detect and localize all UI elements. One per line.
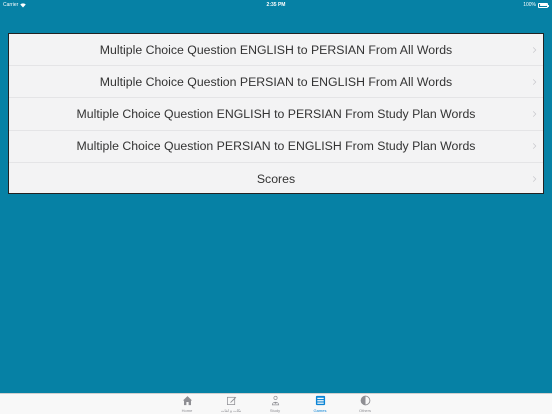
chevron-right-icon (532, 46, 537, 53)
menu-item-mcq-fa-en-all[interactable]: Multiple Choice Question PERSIAN to ENGL… (9, 66, 543, 99)
menu-item-label: Multiple Choice Question ENGLISH to PERS… (76, 106, 476, 121)
chevron-right-icon (532, 175, 537, 182)
tab-study[interactable]: Study (255, 395, 295, 414)
tab-home[interactable]: Home (167, 395, 207, 414)
chevron-right-icon (532, 143, 537, 150)
tab-bar: Home نکات و لغات Study Games Others (0, 393, 552, 414)
menu-item-scores[interactable]: Scores (9, 163, 543, 195)
others-icon (360, 395, 370, 406)
menu-item-label: Multiple Choice Question PERSIAN to ENGL… (76, 139, 476, 154)
tab-label: Others (358, 408, 371, 413)
tab-label: نکات و لغات (220, 408, 242, 413)
tab-notes-words[interactable]: نکات و لغات (211, 395, 251, 414)
tab-label: Study (269, 408, 281, 413)
tab-others[interactable]: Others (345, 395, 385, 414)
quiz-menu-list: Multiple Choice Question ENGLISH to PERS… (8, 33, 544, 194)
status-bar: Carrier 2:35 PM 100% (0, 0, 552, 10)
menu-item-mcq-en-fa-study-plan[interactable]: Multiple Choice Question ENGLISH to PERS… (9, 98, 543, 131)
tab-label: Games (313, 408, 327, 413)
menu-item-label: Multiple Choice Question ENGLISH to PERS… (99, 42, 453, 57)
edit-icon (226, 396, 236, 405)
battery-icon (538, 2, 549, 8)
chevron-right-icon (532, 78, 537, 85)
menu-item-label: Scores (256, 171, 296, 186)
battery-percent: 100% (523, 2, 536, 8)
games-icon (315, 395, 325, 406)
status-time: 2:35 PM (266, 2, 286, 8)
chevron-right-icon (532, 111, 537, 117)
study-icon (271, 395, 279, 406)
menu-item-mcq-fa-en-study-plan[interactable]: Multiple Choice Question PERSIAN to ENGL… (9, 131, 543, 163)
status-right: 100% (523, 0, 549, 10)
menu-item-label: Multiple Choice Question PERSIAN to ENGL… (99, 74, 453, 89)
home-icon (182, 396, 192, 406)
menu-item-mcq-en-fa-all[interactable]: Multiple Choice Question ENGLISH to PERS… (9, 34, 543, 67)
tab-games[interactable]: Games (300, 395, 340, 414)
tab-label: Home (181, 408, 193, 413)
